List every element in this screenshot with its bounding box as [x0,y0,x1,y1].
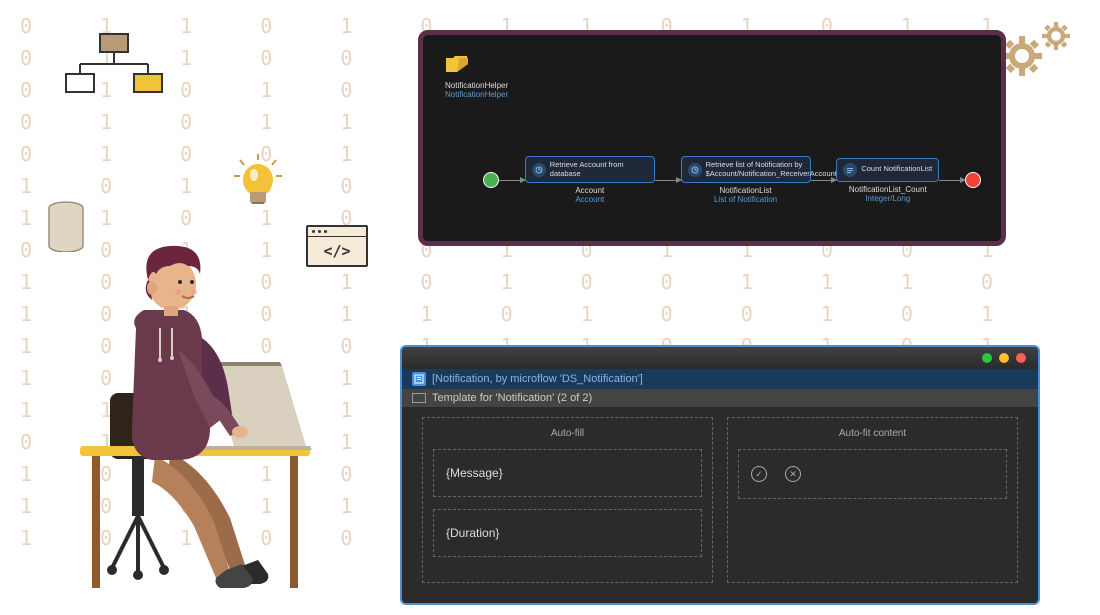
column-header: Auto-fit content [738,428,1007,439]
retrieve-icon [532,163,546,177]
flow-arrow [499,180,525,181]
template-icon [412,393,426,403]
lightbulb-icon [230,152,286,218]
flow-arrow [655,180,681,181]
cross-icon[interactable]: ✕ [785,466,801,482]
window-maximize-icon[interactable] [999,353,1009,363]
node-title: Retrieve list of Notification by $Accoun… [706,161,837,178]
action-row: ✓ ✕ [738,449,1007,499]
template-subheader-text: Template for 'Notification' (2 of 2) [432,392,592,404]
window-close-icon[interactable] [1016,353,1026,363]
node-var-type[interactable]: List of Notification [714,195,777,204]
org-chart-icon [60,32,170,102]
flow-node-retrieve-list[interactable]: Retrieve list of Notification by $Accoun… [681,156,811,183]
entity-label: NotificationHelper [445,81,508,90]
node-var-label: Account [575,186,604,195]
microflow-panel: NotificationHelper NotificationHelper Re… [418,30,1006,246]
microflow-entity: NotificationHelper NotificationHelper [445,55,508,99]
developer-illustration [60,218,320,613]
node-title: Retrieve Account from database [550,161,648,178]
window-titlebar [402,347,1038,369]
flow-end-node [965,172,981,188]
retrieve-icon [688,163,702,177]
node-var-label: NotificationList_Count [849,185,927,194]
microflow-flow: Retrieve Account from database Account A… [483,150,981,210]
column-autofit[interactable]: Auto-fit content ✓ ✕ [727,417,1018,583]
template-subheader: Template for 'Notification' (2 of 2) [402,389,1038,407]
flow-arrow [939,180,965,181]
node-var-type[interactable]: Integer/Long [849,194,927,203]
template-panel: [Notification, by microflow 'DS_Notifica… [400,345,1040,605]
flow-start-node [483,172,499,188]
count-icon [843,163,857,177]
field-message[interactable]: {Message} [433,449,702,497]
entity-link[interactable]: NotificationHelper [445,90,508,99]
folder-icon [445,55,469,73]
template-header-text: [Notification, by microflow 'DS_Notifica… [432,373,643,385]
datasource-icon [412,372,426,386]
flow-arrow [811,180,837,181]
column-header: Auto-fill [433,428,702,439]
flow-node-retrieve-account[interactable]: Retrieve Account from database [525,156,655,183]
node-var-type[interactable]: Account [575,195,604,204]
template-header: [Notification, by microflow 'DS_Notifica… [402,369,1038,389]
check-icon[interactable]: ✓ [751,466,767,482]
flow-node-count[interactable]: Count NotificationList [836,158,939,182]
window-minimize-icon[interactable] [982,353,992,363]
node-title: Count NotificationList [861,165,932,173]
field-duration[interactable]: {Duration} [433,509,702,557]
node-var-label: NotificationList [714,186,777,195]
column-autofill[interactable]: Auto-fill {Message} {Duration} [422,417,713,583]
gears-icon [1000,18,1080,88]
